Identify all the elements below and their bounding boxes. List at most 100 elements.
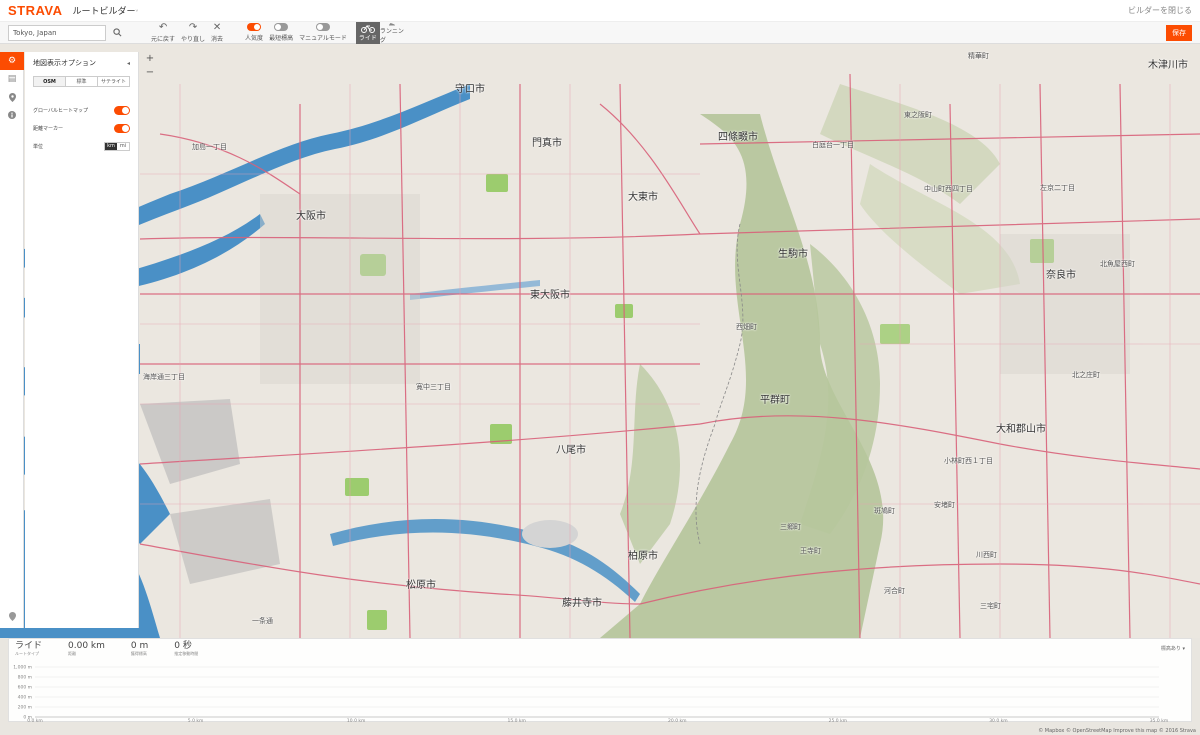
location-pin-icon — [8, 92, 16, 102]
panel-header: 地図表示オプション ◂ — [33, 58, 130, 68]
elevation-label: 獲得標高 — [130, 651, 147, 656]
title-suffix: ᵛ — [135, 8, 139, 16]
map-canvas[interactable]: + − 守口市 門真市 四條畷市 大東市 大阪市 生駒市 東大阪市 奈良市 八尾… — [0, 44, 1200, 638]
ride-mode-button[interactable]: ライド — [355, 21, 380, 44]
help-pin-icon — [8, 612, 16, 621]
elevation-chart: 1,000 m800 m600 m400 m200 m0 m0.0 km 5.0 … — [13, 665, 1168, 724]
exit-builder-link[interactable]: ビルダーを閉じる — [1128, 5, 1192, 16]
map-label: 中山町西四丁目 — [924, 185, 973, 193]
search-input[interactable] — [8, 24, 106, 41]
map-label: 藤井寺市 — [562, 598, 602, 609]
popular-label: 人気度 — [245, 35, 264, 42]
elevation-display-dropdown[interactable]: 標高あり ▾ — [1161, 645, 1185, 652]
help-button[interactable] — [0, 612, 24, 624]
collapse-panel-icon[interactable]: ◂ — [127, 60, 130, 67]
activity-value: ライド — [15, 641, 43, 651]
map-label: 斑鳩町 — [874, 507, 895, 515]
heatmap-label: グローバルヒートマップ — [33, 107, 88, 114]
map-attribution[interactable]: © Mapbox © OpenStreetMap Improve this ma… — [1038, 728, 1196, 734]
time-value: 0 秒 — [174, 641, 192, 651]
unit-km[interactable]: km — [105, 142, 117, 150]
map-label: 柏原市 — [628, 551, 658, 562]
manual-mode-toggle[interactable]: マニュアルモード — [296, 22, 350, 44]
distance-marker-toggle[interactable] — [114, 123, 130, 133]
map-label: 海岸通三丁目 — [143, 373, 185, 381]
bike-icon — [360, 24, 375, 33]
map-label: 門真市 — [532, 138, 562, 149]
map-type-standard[interactable]: 標準 — [66, 77, 98, 86]
unit-selector: km mi — [104, 141, 130, 151]
left-icon-rail: ⚙ ▤ — [0, 52, 24, 628]
save-button[interactable]: 保存 — [1166, 24, 1192, 41]
page-title: ルートビルダーᵛ — [73, 4, 139, 17]
map-label: 大東市 — [628, 192, 658, 203]
zoom-in-button[interactable]: + — [146, 52, 154, 66]
gear-icon: ⚙ — [7, 56, 17, 66]
map-label: 大阪市 — [296, 211, 326, 222]
x-tick-label: 25.0 km — [829, 718, 847, 723]
undo-icon: ↶ — [158, 21, 168, 33]
map-type-osm[interactable]: OSM — [34, 77, 66, 86]
time-stat: 0 秒 推定移動時間 — [174, 641, 198, 657]
map-label: 西畑町 — [736, 323, 757, 331]
map-type-satellite[interactable]: サテライト — [98, 77, 129, 86]
redo-button[interactable]: ↷ やり直し — [178, 22, 208, 44]
clear-button[interactable]: ✕ 消去 — [208, 22, 226, 44]
activity-stat: ライド ルートタイプ — [15, 641, 42, 657]
y-tick-label: 600 m — [18, 685, 32, 691]
route-stats: ライド ルートタイプ 0.00 km 距離 0 m 獲得標高 0 秒 推定移動時… — [9, 639, 1191, 659]
location-tab[interactable] — [0, 88, 24, 106]
run-mode-button[interactable]: ランニング — [380, 22, 404, 44]
y-tick-label: 1,000 m — [13, 665, 32, 671]
run-label: ランニング — [379, 27, 404, 44]
map-label: 守口市 — [455, 84, 485, 95]
heatmap-toggle[interactable] — [114, 105, 130, 115]
manual-mode-switch[interactable] — [315, 23, 330, 31]
unit-option: 単位 km mi — [33, 137, 130, 155]
layers-icon: ▤ — [7, 74, 17, 84]
search-button[interactable] — [110, 25, 124, 41]
y-tick-label: 200 m — [18, 705, 32, 711]
unit-mi[interactable]: mi — [117, 143, 129, 150]
layers-tab[interactable]: ▤ — [0, 70, 24, 88]
map-label: 河合町 — [884, 587, 905, 595]
elevation-panel: ライド ルートタイプ 0.00 km 距離 0 m 獲得標高 0 秒 推定移動時… — [8, 638, 1192, 724]
x-tick-label: 10.0 km — [347, 718, 365, 723]
x-tick-label: 0.0 km — [27, 718, 43, 723]
elevation-value: 0 m — [130, 641, 149, 651]
map-label: 木津川市 — [1148, 60, 1188, 71]
clear-label: 消去 — [211, 35, 224, 43]
map-label: 小林町西１丁目 — [944, 457, 993, 465]
x-tick-label: 30.0 km — [989, 718, 1007, 723]
heatmap-option: グローバルヒートマップ — [33, 101, 130, 119]
map-label: 三郷町 — [780, 523, 801, 531]
zoom-out-button[interactable]: − — [146, 66, 154, 80]
redo-icon: ↷ — [188, 21, 198, 33]
map-label: 一条通 — [252, 617, 273, 625]
y-tick-label: 400 m — [18, 695, 32, 701]
app-header: STRAVA ルートビルダーᵛ ビルダーを閉じる — [0, 0, 1200, 22]
toolbar: ↶ 元に戻す ↷ やり直し ✕ 消去 人気度 最短標高 マニュアルモード ライド ラン… — [0, 21, 1200, 44]
activity-label: ルートタイプ — [15, 651, 39, 656]
min-elevation-toggle[interactable]: 最短標高 — [266, 22, 296, 44]
undo-label: 元に戻す — [151, 35, 176, 43]
undo-button[interactable]: ↶ 元に戻す — [148, 22, 178, 44]
map-label: 奈良市 — [1046, 270, 1076, 281]
strava-logo[interactable]: STRAVA — [8, 3, 63, 18]
min-elevation-switch[interactable] — [274, 23, 289, 31]
map-label: 王寺町 — [800, 547, 821, 555]
x-tick-label: 35.0 km — [1150, 718, 1168, 723]
map-label: 加島一丁目 — [192, 143, 227, 151]
map-label: 生駒市 — [778, 249, 808, 260]
info-tab[interactable] — [0, 106, 24, 124]
distance-value: 0.00 km — [68, 641, 105, 651]
map-type-selector: OSM 標準 サテライト — [33, 76, 130, 87]
popular-toggle[interactable]: 人気度 — [242, 22, 266, 44]
map-label: 精華町 — [968, 52, 989, 60]
popular-switch[interactable] — [247, 23, 262, 31]
y-tick-label: 800 m — [18, 675, 32, 681]
map-label: 白庭台一丁目 — [812, 141, 854, 149]
map-label: 安堵町 — [934, 501, 955, 509]
map-options-tab[interactable]: ⚙ — [0, 52, 24, 70]
x-tick-label: 5.0 km — [188, 718, 204, 723]
